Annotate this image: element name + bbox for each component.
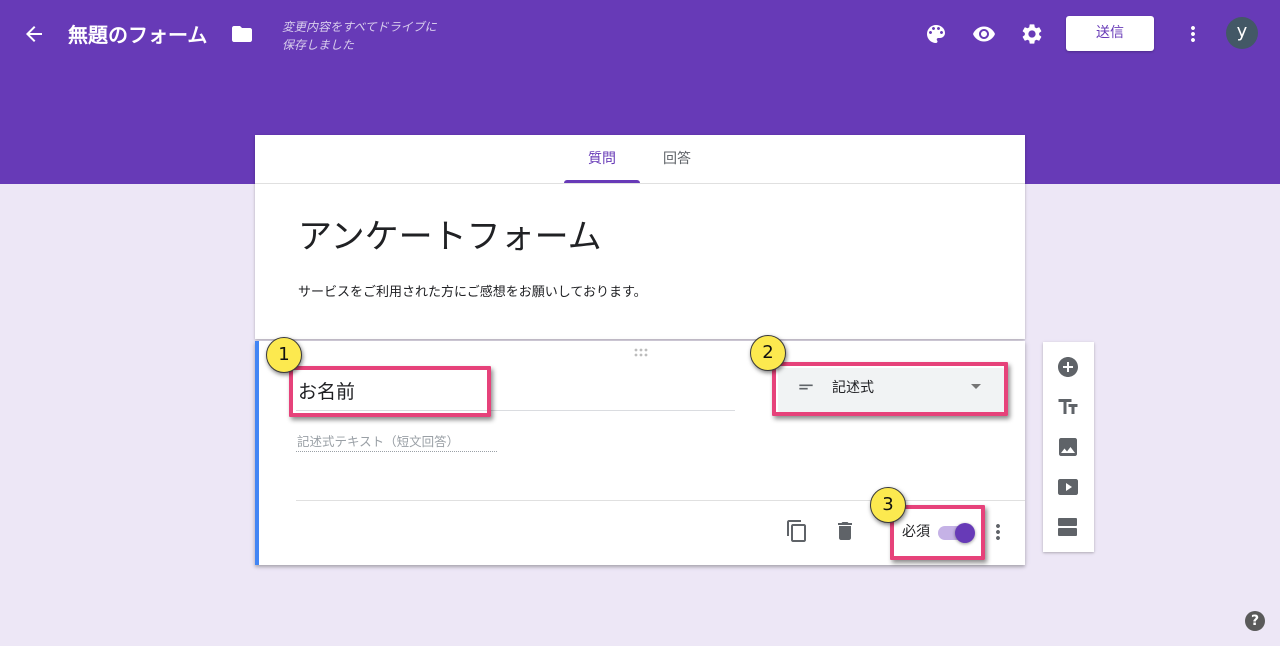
more-vert-icon[interactable] <box>986 520 1010 544</box>
save-status-line: 変更内容をすべてドライブに <box>282 20 437 34</box>
annotation-box-required <box>890 505 985 560</box>
tab-responses[interactable]: 回答 <box>639 135 715 183</box>
annotation-marker: 2 <box>750 335 786 371</box>
form-header-card: 質問 回答 アンケートフォーム サービスをご利用された方にご感想をお願いしており… <box>255 135 1025 339</box>
side-toolbar <box>1043 342 1094 552</box>
add-circle-icon[interactable] <box>1056 355 1080 379</box>
annotation-box-question-title <box>289 366 491 417</box>
send-button[interactable]: 送信 <box>1066 16 1154 51</box>
delete-icon[interactable] <box>833 519 857 543</box>
active-question-accent <box>255 341 259 565</box>
form-title[interactable]: アンケートフォーム <box>298 217 602 257</box>
drag-handle-icon[interactable] <box>634 348 648 357</box>
copy-icon[interactable] <box>785 519 809 543</box>
preview-eye-icon[interactable] <box>972 22 996 46</box>
save-status-line: 保存しました <box>282 38 355 52</box>
tab-questions[interactable]: 質問 <box>564 135 640 183</box>
image-icon[interactable] <box>1056 435 1080 459</box>
form-name[interactable]: 無題のフォーム <box>68 21 207 49</box>
back-arrow-icon[interactable] <box>22 22 46 46</box>
tab-bar: 質問 回答 <box>255 135 1025 184</box>
folder-icon[interactable] <box>230 22 254 46</box>
annotation-marker: 1 <box>266 337 302 373</box>
short-answer-placeholder: 記述式テキスト（短文回答） <box>296 432 497 452</box>
help-icon[interactable]: ? <box>1245 611 1265 631</box>
palette-icon[interactable] <box>924 22 948 46</box>
settings-gear-icon[interactable] <box>1020 22 1044 46</box>
more-vert-icon[interactable] <box>1181 22 1205 46</box>
video-icon[interactable] <box>1056 475 1080 499</box>
annotation-marker: 3 <box>870 487 906 523</box>
form-description[interactable]: サービスをご利用された方にご感想をお願いしております。 <box>298 284 647 302</box>
text-fields-icon[interactable] <box>1056 395 1080 419</box>
question-footer-divider <box>296 500 1025 501</box>
save-status: 変更内容をすべてドライブに 保存しました <box>282 18 437 54</box>
account-avatar[interactable]: y <box>1226 17 1258 49</box>
annotation-box-question-type <box>772 362 1008 416</box>
section-icon[interactable] <box>1056 515 1080 539</box>
